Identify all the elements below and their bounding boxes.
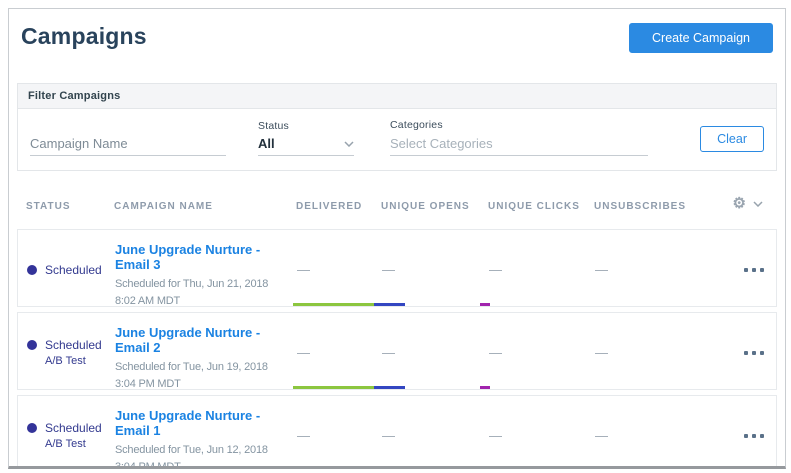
gear-icon: ⚙ [733, 196, 747, 211]
campaign-schedule-text: Scheduled for Tue, Jun 19, 2018 3:04 PM … [115, 359, 285, 392]
campaign-schedule-text: Scheduled for Tue, Jun 12, 2018 3:04 PM … [115, 442, 285, 469]
campaign-name-link[interactable]: June Upgrade Nurture - Email 1 [115, 408, 285, 438]
campaign-schedule-text: Scheduled for Thu, Jun 21, 2018 8:02 AM … [115, 276, 285, 309]
column-header-unique-clicks: Unique Clicks [488, 201, 594, 212]
row-actions-menu[interactable] [717, 351, 776, 355]
ellipsis-icon [752, 351, 756, 355]
categories-input[interactable] [390, 134, 648, 155]
delivered-value: — [297, 345, 382, 360]
ellipsis-icon [760, 434, 764, 438]
unsubscribes-value: — [595, 428, 717, 443]
campaign-name-link[interactable]: June Upgrade Nurture - Email 3 [115, 242, 285, 272]
filter-body: Status All Categories Clear [18, 109, 776, 170]
ellipsis-icon [744, 434, 748, 438]
column-header-campaign-name: Campaign Name [114, 201, 296, 212]
app-window: Campaigns Create Campaign Filter Campaig… [8, 8, 786, 469]
unique-opens-value: — [382, 428, 489, 443]
ellipsis-icon [752, 434, 756, 438]
table-row: Scheduled A/B Test June Upgrade Nurture … [17, 395, 777, 469]
row-actions-menu[interactable] [717, 268, 776, 272]
campaign-name-link[interactable]: June Upgrade Nurture - Email 2 [115, 325, 285, 355]
status-dot-icon [27, 423, 37, 433]
campaign-cell: June Upgrade Nurture - Email 3 Scheduled… [115, 230, 297, 309]
status-field: Status All [258, 120, 354, 156]
column-header-unsubscribes: Unsubscribes [594, 201, 716, 212]
delivered-value: — [297, 262, 382, 277]
unique-clicks-value: — [489, 428, 595, 443]
status-text: Scheduled [45, 338, 102, 352]
column-header-status: Status [26, 201, 114, 212]
page-header: Campaigns Create Campaign [17, 23, 777, 53]
status-dot-icon [27, 265, 37, 275]
clear-filters-button[interactable]: Clear [700, 126, 764, 152]
status-select[interactable]: All [258, 135, 354, 156]
status-dot-icon [27, 340, 37, 350]
unique-clicks-value: — [489, 262, 595, 277]
ellipsis-icon [744, 268, 748, 272]
unsubscribes-value: — [595, 345, 717, 360]
unsubscribes-value: — [595, 262, 717, 277]
campaign-name-input[interactable] [30, 134, 226, 155]
row-actions-menu[interactable] [717, 434, 776, 438]
filter-panel: Filter Campaigns Status All Categories C… [17, 83, 777, 171]
unique-clicks-value: — [489, 345, 595, 360]
campaign-cell: June Upgrade Nurture - Email 1 Scheduled… [115, 396, 297, 469]
column-header-unique-opens: Unique Opens [381, 201, 488, 212]
categories-label: Categories [390, 119, 648, 131]
status-text: Scheduled [45, 421, 102, 435]
categories-field: Categories [390, 119, 648, 156]
table-settings-button[interactable]: ⚙ [716, 195, 777, 212]
delivered-value: — [297, 428, 382, 443]
status-subtext: A/B Test [45, 355, 115, 367]
unique-opens-value: — [382, 262, 489, 277]
table-row: Scheduled A/B Test June Upgrade Nurture … [17, 312, 777, 390]
unique-opens-bar [374, 386, 405, 389]
filter-panel-title: Filter Campaigns [18, 84, 776, 109]
unique-clicks-bar [480, 386, 490, 389]
status-cell: Scheduled A/B Test [27, 338, 115, 367]
unique-clicks-bar [480, 303, 490, 306]
chevron-down-icon [344, 141, 354, 147]
create-campaign-button[interactable]: Create Campaign [629, 23, 773, 53]
campaign-name-field [30, 134, 226, 156]
status-cell: Scheduled [27, 263, 115, 277]
ellipsis-icon [752, 268, 756, 272]
delivered-bar [293, 303, 374, 306]
status-cell: Scheduled A/B Test [27, 421, 115, 450]
delivered-bar [293, 386, 374, 389]
status-label: Status [258, 120, 354, 132]
status-text: Scheduled [45, 263, 102, 277]
unique-opens-bar [374, 303, 405, 306]
ellipsis-icon [760, 351, 764, 355]
page-title: Campaigns [21, 23, 147, 50]
ellipsis-icon [760, 268, 764, 272]
campaign-cell: June Upgrade Nurture - Email 2 Scheduled… [115, 313, 297, 392]
unique-opens-value: — [382, 345, 489, 360]
status-subtext: A/B Test [45, 438, 115, 450]
ellipsis-icon [744, 351, 748, 355]
table-row: Scheduled June Upgrade Nurture - Email 3… [17, 229, 777, 307]
status-selected-value: All [258, 136, 275, 151]
chevron-down-icon [753, 201, 763, 207]
column-header-delivered: Delivered [296, 201, 381, 212]
campaign-list: Scheduled June Upgrade Nurture - Email 3… [17, 229, 777, 469]
table-header: Status Campaign Name Delivered Unique Op… [17, 201, 777, 212]
